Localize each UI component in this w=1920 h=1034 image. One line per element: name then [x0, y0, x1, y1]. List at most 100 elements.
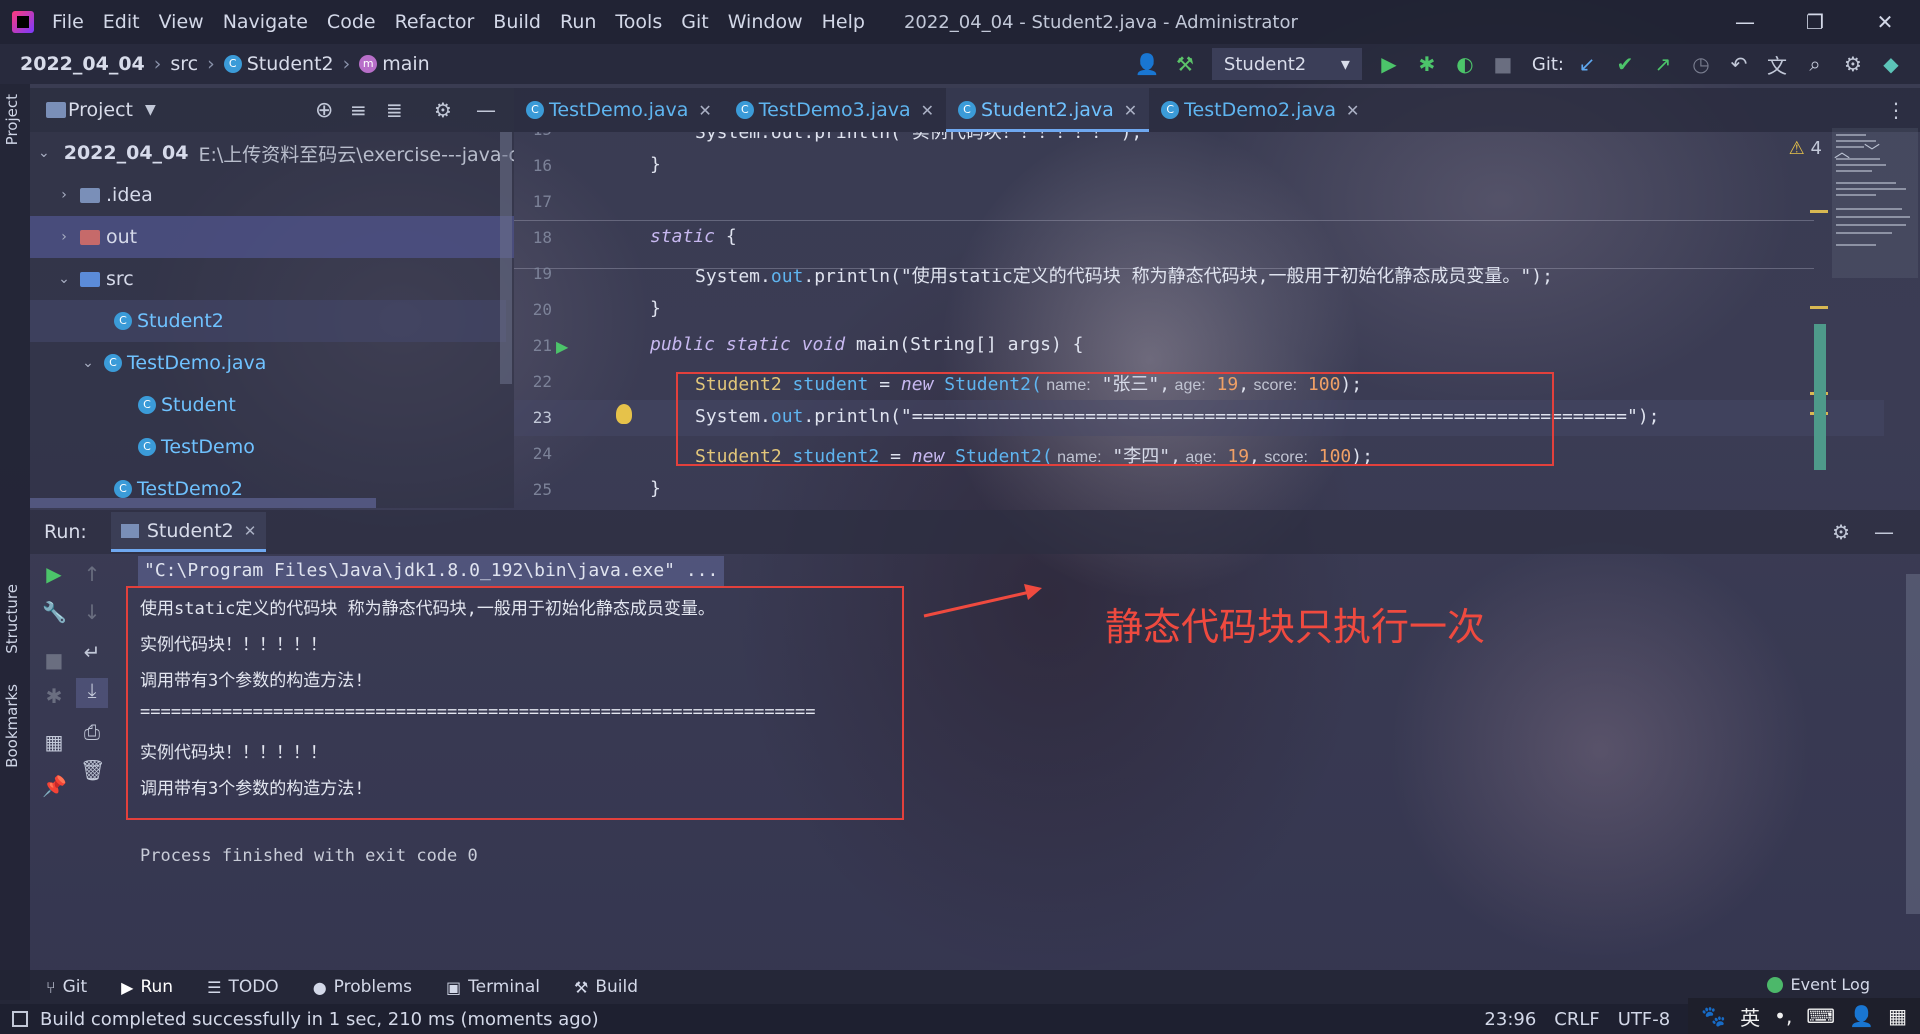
console-scrollbar[interactable]	[1906, 574, 1920, 914]
breadcrumb-project[interactable]: 2022_04_04	[20, 53, 145, 75]
tab-testdemo-java[interactable]: C TestDemo.java ✕	[514, 88, 724, 132]
close-tab-icon[interactable]: ✕	[1124, 101, 1137, 120]
ime-language[interactable]: 英	[1740, 1002, 1760, 1031]
tool-tab-problems[interactable]: ● Problems	[313, 977, 412, 997]
grid-icon[interactable]: ▦	[1888, 1004, 1907, 1028]
code-editor[interactable]: 15 16 17 18 19 20 21 22 23 24 25 ▶ Syste…	[514, 132, 1884, 508]
vertical-scrollbar[interactable]	[500, 132, 512, 384]
expand-all-icon[interactable]: ≡	[350, 98, 367, 122]
chevron-down-icon[interactable]: ▼	[145, 102, 156, 118]
editor-scrollbar[interactable]	[1814, 324, 1826, 470]
tree-item-testdemo-java[interactable]: ⌄ C TestDemo.java	[30, 342, 506, 384]
tab-testdemo3-java[interactable]: C TestDemo3.java ✕	[724, 88, 946, 132]
tool-tab-terminal[interactable]: ▣ Terminal	[446, 977, 540, 997]
menu-git[interactable]: Git	[681, 11, 708, 33]
git-commit-icon[interactable]: ✔	[1613, 52, 1637, 76]
close-tab-icon[interactable]: ✕	[244, 522, 257, 540]
menu-tools[interactable]: Tools	[615, 11, 662, 33]
settings-gear-icon[interactable]: ⚙	[1832, 520, 1850, 544]
history-icon[interactable]: ◷	[1689, 52, 1713, 76]
search-icon[interactable]: ⌕	[1803, 52, 1827, 76]
run-gutter-icon[interactable]: ▶	[556, 337, 568, 356]
pin-icon[interactable]: 📌	[42, 774, 67, 798]
plugin-icon[interactable]: ◆	[1879, 52, 1903, 76]
bookmarks-tool-tab[interactable]: Bookmarks	[3, 684, 21, 768]
stop-icon[interactable]: ■	[1491, 52, 1515, 76]
menu-view[interactable]: View	[159, 11, 204, 33]
translate-icon[interactable]: 文	[1765, 52, 1789, 78]
arrow-down-icon[interactable]: ↓	[80, 600, 104, 624]
more-tabs-icon[interactable]: ⋮	[1886, 98, 1906, 122]
menu-file[interactable]: File	[52, 11, 84, 33]
git-update-icon[interactable]: ↙	[1575, 52, 1599, 76]
project-tool-tab[interactable]: Project	[3, 94, 21, 145]
run-icon[interactable]: ▶	[1377, 52, 1401, 76]
coverage-icon[interactable]: ◐	[1453, 52, 1477, 76]
run-tab-student2[interactable]: Student2 ✕	[110, 512, 267, 552]
line-separator[interactable]: CRLF	[1554, 1009, 1599, 1030]
trash-icon[interactable]: 🗑	[80, 758, 105, 782]
lightbulb-icon[interactable]	[616, 404, 632, 424]
tree-item-student[interactable]: C Student	[30, 384, 506, 426]
punctuation-icon[interactable]: •,	[1774, 1004, 1792, 1028]
menu-help[interactable]: Help	[822, 11, 865, 33]
tree-item-src[interactable]: ⌄ src	[30, 258, 506, 300]
tree-item-student2[interactable]: C Student2	[30, 300, 506, 342]
run-configuration-select[interactable]: Student2 ▾	[1211, 48, 1362, 80]
tab-testdemo2-java[interactable]: C TestDemo2.java ✕	[1149, 88, 1371, 132]
tool-tab-run[interactable]: ▶ Run	[121, 977, 173, 997]
toggle-tool-windows-icon[interactable]	[12, 1011, 28, 1027]
scroll-to-end-icon[interactable]: ⤓	[76, 678, 108, 708]
breadcrumb-src[interactable]: src	[170, 53, 198, 75]
arrow-up-icon[interactable]: ↑	[80, 562, 104, 586]
user-icon[interactable]: 👤	[1849, 1004, 1874, 1028]
menu-run[interactable]: Run	[560, 11, 596, 33]
user-icon[interactable]: 👤	[1134, 52, 1159, 76]
caret-position[interactable]: 23:96	[1484, 1009, 1536, 1030]
menu-code[interactable]: Code	[327, 11, 376, 33]
menu-build[interactable]: Build	[493, 11, 541, 33]
tab-student2-java[interactable]: C Student2.java ✕	[946, 88, 1150, 132]
layout-icon[interactable]: ▦	[42, 730, 66, 754]
git-push-icon[interactable]: ↗	[1651, 52, 1675, 76]
horizontal-scrollbar[interactable]	[30, 498, 376, 508]
tree-item-testdemo[interactable]: C TestDemo	[30, 426, 506, 468]
keyboard-icon[interactable]: ⌨	[1806, 1004, 1835, 1028]
structure-tool-tab[interactable]: Structure	[3, 584, 21, 654]
hide-panel-icon[interactable]: —	[476, 98, 496, 122]
collapse-all-icon[interactable]: ≣	[386, 98, 403, 122]
print-icon[interactable]: ⎙	[80, 720, 104, 744]
paw-icon[interactable]: 🐾	[1701, 1004, 1726, 1028]
restore-button[interactable]: ❐	[1780, 0, 1850, 44]
rollback-icon[interactable]: ↶	[1727, 52, 1751, 76]
rerun-icon[interactable]: ▶	[42, 562, 66, 586]
breadcrumb-method[interactable]: main	[382, 53, 429, 75]
error-stripe-mark[interactable]	[1810, 210, 1828, 213]
settings-gear-icon[interactable]: ⚙	[434, 98, 452, 122]
menu-navigate[interactable]: Navigate	[223, 11, 308, 33]
breadcrumb-class[interactable]: Student2	[247, 53, 334, 75]
code-minimap[interactable]	[1832, 128, 1918, 278]
close-tab-icon[interactable]: ✕	[698, 101, 711, 120]
tree-item-out[interactable]: › out	[30, 216, 514, 258]
locate-icon[interactable]: ⊕	[315, 98, 333, 123]
menu-edit[interactable]: Edit	[103, 11, 140, 33]
minimize-button[interactable]: —	[1710, 0, 1780, 44]
hide-panel-icon[interactable]: —	[1874, 520, 1894, 544]
settings-gear-icon[interactable]: ⚙	[1841, 52, 1865, 76]
close-tab-icon[interactable]: ✕	[921, 101, 934, 120]
project-view-label[interactable]: Project	[68, 99, 133, 121]
run-console[interactable]: "C:\Program Files\Java\jdk1.8.0_192\bin\…	[110, 554, 1900, 954]
wrench-icon[interactable]: 🔧	[42, 600, 67, 624]
event-log-button[interactable]: Event Log	[1766, 975, 1870, 994]
close-button[interactable]: ✕	[1850, 0, 1920, 44]
menu-window[interactable]: Window	[728, 11, 803, 33]
tree-item-idea[interactable]: › .idea	[30, 174, 506, 216]
file-encoding[interactable]: UTF-8	[1618, 1009, 1670, 1030]
soft-wrap-icon[interactable]: ↵	[80, 640, 104, 664]
hammer-build-icon[interactable]: ⚒	[1173, 52, 1197, 76]
menu-refactor[interactable]: Refactor	[395, 11, 475, 33]
stop-icon[interactable]: ■	[42, 648, 66, 672]
debug-bug-icon[interactable]: ✱	[42, 684, 66, 708]
tool-tab-todo[interactable]: ☰ TODO	[207, 977, 279, 997]
